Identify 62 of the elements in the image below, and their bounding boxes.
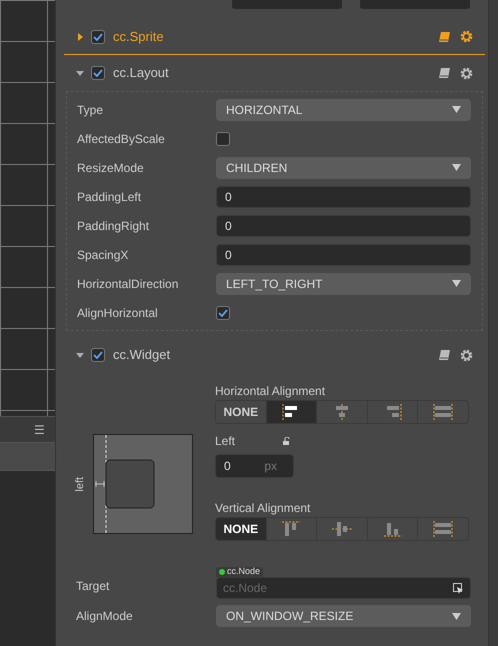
book-icon[interactable]: [438, 349, 451, 361]
alignment-option[interactable]: [266, 401, 318, 423]
component-title: cc.Widget: [113, 346, 170, 364]
dropdown-arrow-icon: [452, 280, 461, 287]
number-field[interactable]: [232, 0, 342, 9]
checkmark-icon: [93, 351, 103, 359]
align-top-icon: [280, 520, 302, 538]
diagram-label: left: [73, 476, 88, 492]
type-tag: cc.Node: [216, 567, 264, 577]
dropdown-arrow-icon: [452, 612, 461, 620]
property-label: Type: [77, 102, 104, 118]
number-field[interactable]: 0: [216, 214, 471, 236]
none-option[interactable]: NONE: [216, 518, 267, 540]
checkbox[interactable]: [91, 30, 105, 44]
property-label: SpacingX: [77, 246, 130, 264]
number-field[interactable]: 0: [216, 186, 471, 208]
number-field[interactable]: 0 px: [215, 454, 294, 478]
dropdown-arrow-icon: [452, 164, 461, 171]
settings-icon[interactable]: [460, 348, 473, 362]
unit-label: px: [264, 458, 277, 475]
menu-icon[interactable]: ☰: [34, 420, 45, 438]
checkbox[interactable]: [216, 132, 230, 146]
property-label: ResizeMode: [77, 160, 145, 176]
dropdown[interactable]: HORIZONTAL: [216, 98, 471, 120]
checkmark-icon: [93, 69, 103, 77]
property-label: PaddingRight: [77, 218, 150, 234]
align-middle-icon: [330, 520, 353, 538]
checkmark-icon: [218, 308, 228, 316]
caret-right-icon[interactable]: [76, 32, 84, 40]
number-field[interactable]: 0: [216, 244, 471, 266]
settings-icon[interactable]: [460, 30, 473, 43]
align-bottom-icon: [382, 520, 404, 538]
stretch-horizontal-icon: [432, 520, 454, 538]
property-label: Target: [76, 578, 110, 595]
dropdown[interactable]: LEFT_TO_RIGHT: [216, 272, 471, 294]
property-label: HorizontalDirection: [77, 276, 180, 292]
unlock-icon[interactable]: [283, 437, 291, 445]
book-icon[interactable]: [438, 67, 451, 79]
checkbox[interactable]: [216, 306, 230, 320]
dropdown-arrow-icon: [452, 106, 461, 113]
caret-down-icon[interactable]: [76, 351, 84, 359]
number-field[interactable]: [360, 0, 470, 9]
property-label: AlignHorizontal: [77, 304, 159, 322]
section-title: Vertical Alignment: [215, 500, 312, 517]
component-title: cc.Sprite: [113, 28, 164, 46]
property-label: PaddingLeft: [77, 188, 142, 206]
stretch-horizontal-icon: [432, 403, 454, 421]
dropdown[interactable]: CHILDREN: [216, 156, 471, 178]
none-option[interactable]: NONE: [216, 401, 267, 423]
checkmark-icon: [93, 32, 103, 40]
book-icon[interactable]: [438, 30, 451, 42]
dropdown[interactable]: ON_WINDOW_RESIZE: [216, 605, 471, 627]
property-label: AlignMode: [76, 608, 134, 625]
pick-node-icon[interactable]: [453, 582, 464, 594]
component-title: cc.Layout: [113, 64, 169, 82]
checkbox[interactable]: [91, 66, 105, 80]
settings-icon[interactable]: [460, 66, 473, 80]
property-label: AffectedByScale: [77, 130, 166, 148]
checkbox[interactable]: [91, 348, 105, 362]
caret-down-icon[interactable]: [76, 69, 84, 77]
section-title: Horizontal Alignment: [215, 383, 326, 400]
field-label: Left: [215, 433, 236, 450]
